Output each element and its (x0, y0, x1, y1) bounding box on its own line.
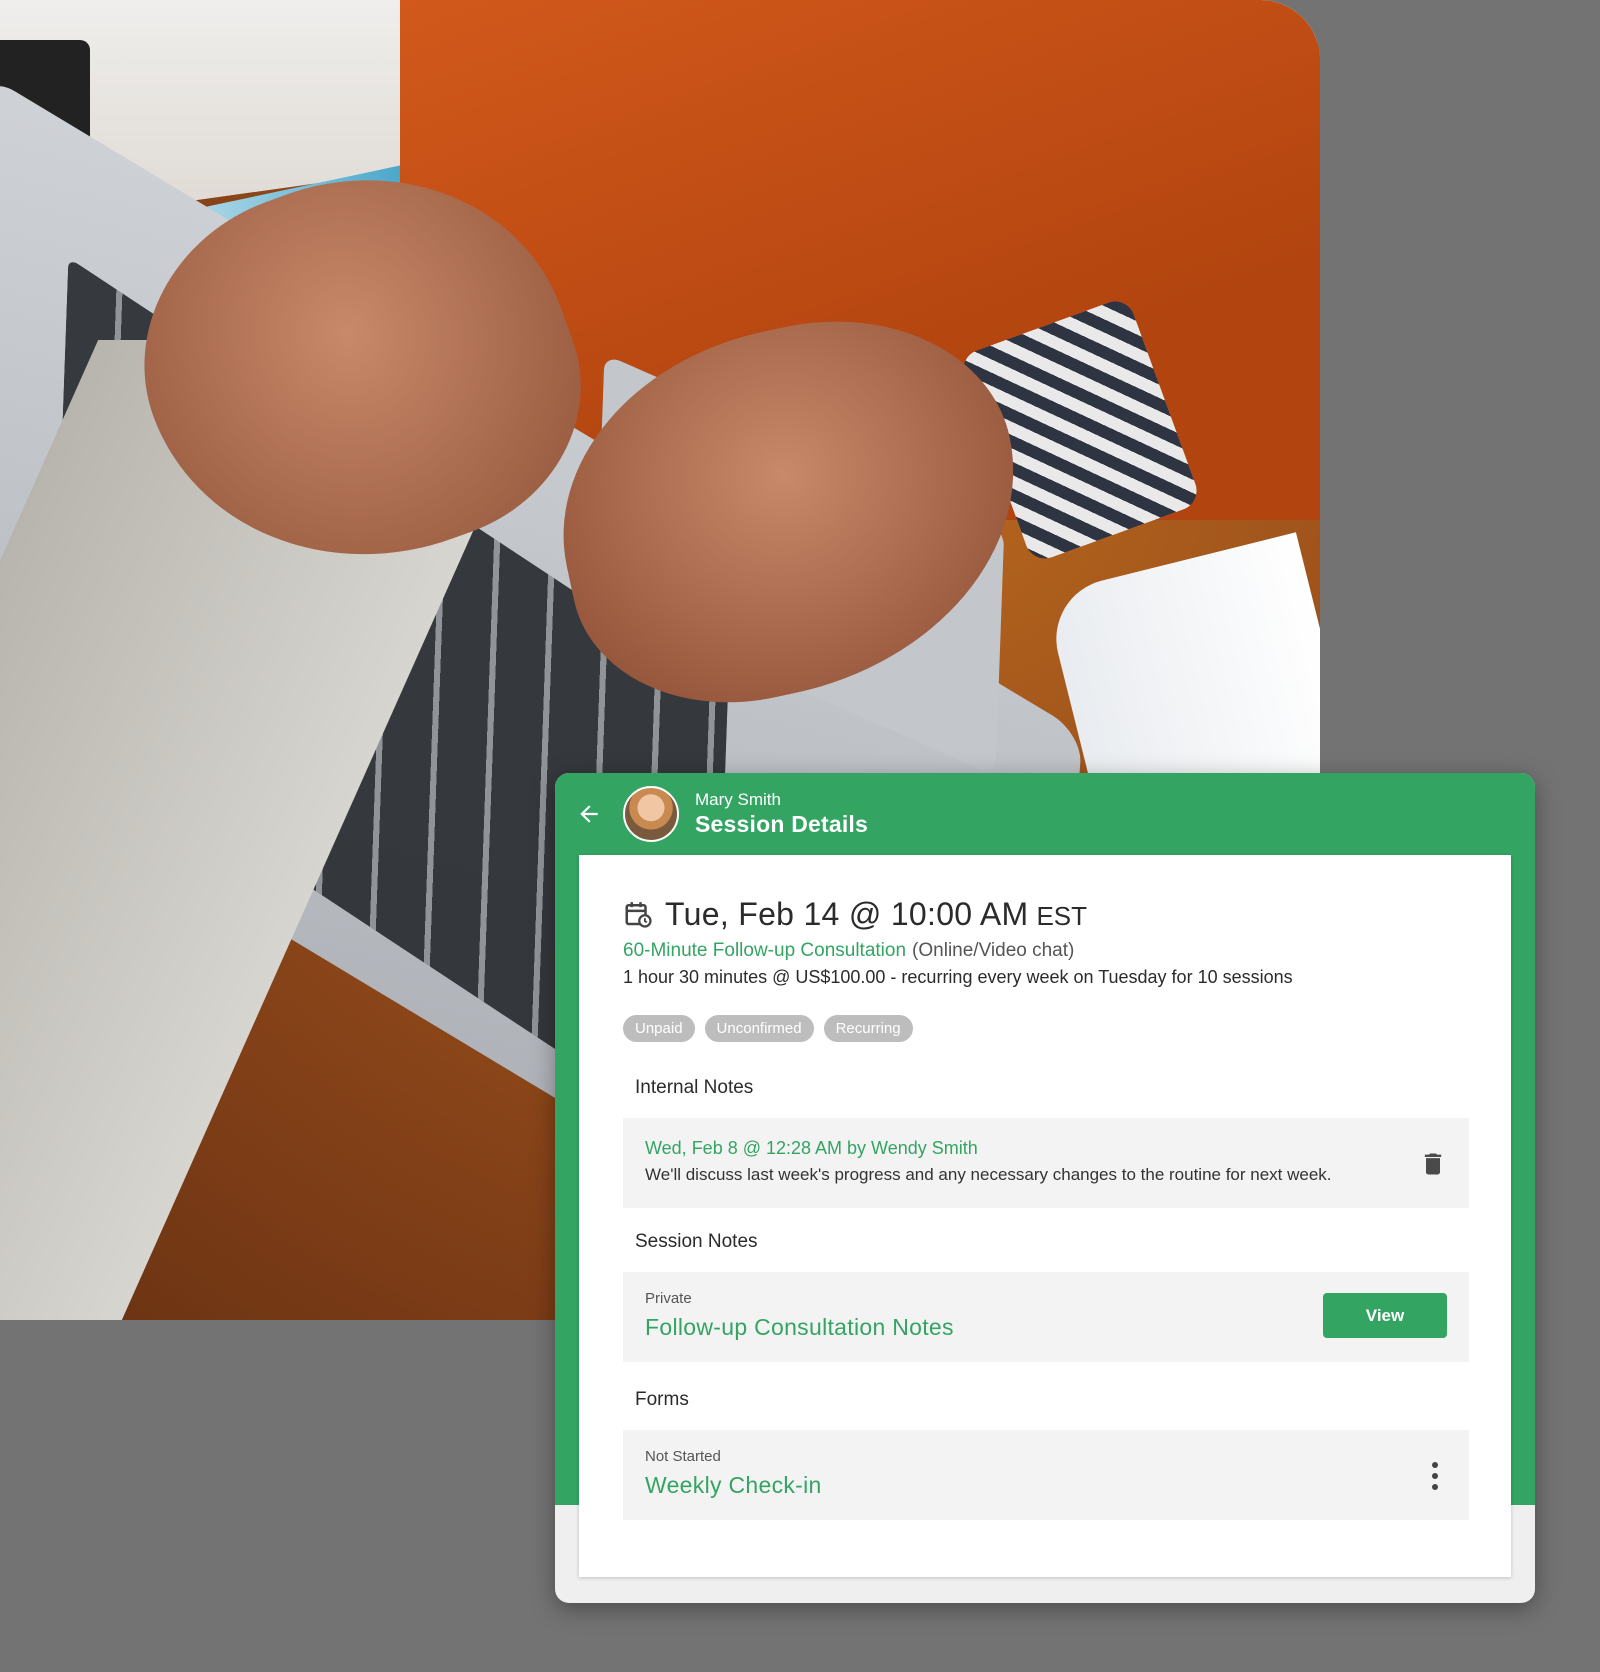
service-row: 60-Minute Follow-up Consultation (Online/… (623, 940, 1074, 962)
form-title-link[interactable]: Weekly Check-in (645, 1472, 822, 1499)
internal-note-meta: Wed, Feb 8 @ 12:28 AM by Wendy Smith (645, 1138, 978, 1158)
form-more-button[interactable] (1427, 1462, 1443, 1490)
session-note-item: Private Follow-up Consultation Notes Vie… (623, 1272, 1469, 1362)
more-vert-icon-dot (1432, 1484, 1438, 1490)
back-button[interactable] (571, 796, 607, 832)
form-item: Not Started Weekly Check-in (623, 1430, 1469, 1520)
status-badge-unpaid: Unpaid (623, 1015, 695, 1042)
session-date-row: Tue, Feb 14 @ 10:00 AM EST (623, 895, 1087, 933)
delete-note-button[interactable] (1419, 1148, 1447, 1180)
session-date-time: Tue, Feb 14 @ 10:00 AM (665, 896, 1029, 932)
details-panel: Tue, Feb 14 @ 10:00 AM EST 60-Minute Fol… (579, 855, 1511, 1577)
client-name: Mary Smith (695, 790, 781, 809)
session-detail: 1 hour 30 minutes @ US$100.00 - recurrin… (623, 967, 1293, 987)
internal-note-item: Wed, Feb 8 @ 12:28 AM by Wendy Smith We'… (623, 1118, 1469, 1208)
form-status: Not Started (645, 1448, 721, 1465)
service-name[interactable]: 60-Minute Follow-up Consultation (623, 940, 906, 961)
service-mode: (Online/Video chat) (912, 940, 1075, 961)
more-vert-icon-dot (1432, 1473, 1438, 1479)
header-text: Mary Smith Session Details (695, 790, 868, 838)
status-chips: Unpaid Unconfirmed Recurring (623, 1015, 913, 1042)
internal-note-body: We'll discuss last week's progress and a… (645, 1165, 1332, 1184)
session-notes-title: Session Notes (635, 1231, 758, 1252)
trash-icon (1424, 1153, 1442, 1175)
more-vert-icon (1432, 1462, 1438, 1468)
internal-notes-title: Internal Notes (635, 1077, 754, 1098)
calendar-clock-icon (625, 902, 652, 928)
session-note-title-link[interactable]: Follow-up Consultation Notes (645, 1314, 954, 1341)
status-badge-unconfirmed: Unconfirmed (704, 1015, 814, 1042)
client-avatar (623, 786, 679, 842)
arrow-left-icon (580, 805, 598, 823)
session-note-visibility: Private (645, 1290, 692, 1307)
page-title: Session Details (695, 811, 869, 837)
forms-title: Forms (635, 1389, 689, 1410)
view-notes-button[interactable]: View (1323, 1293, 1447, 1338)
session-details-card: Mary Smith Session Details Tue, Feb 14 @… (555, 773, 1535, 1603)
card-header: Mary Smith Session Details (555, 773, 1535, 855)
session-timezone: EST (1036, 901, 1088, 931)
status-badge-recurring: Recurring (823, 1015, 913, 1042)
